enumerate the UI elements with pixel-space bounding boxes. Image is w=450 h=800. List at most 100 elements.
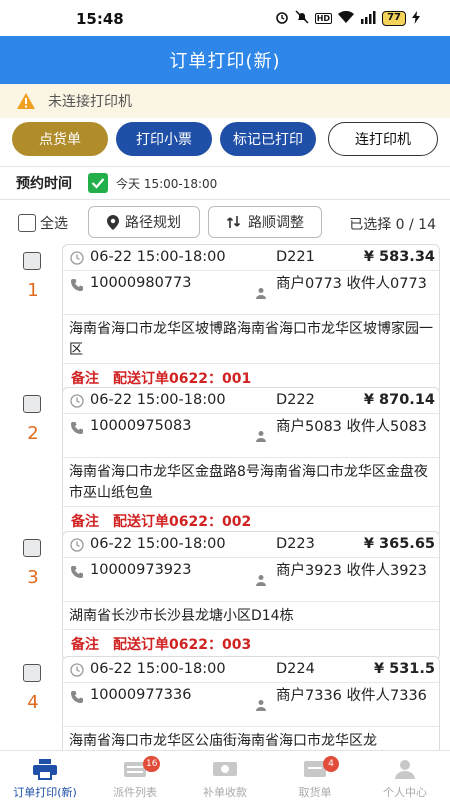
route-adjust-button[interactable]: 路顺调整 bbox=[208, 206, 322, 238]
tab-dispatch-list[interactable]: 16 派件列表 bbox=[90, 751, 180, 800]
tab-label: 订单打印(新) bbox=[13, 786, 77, 799]
order-code: D221 bbox=[276, 249, 315, 265]
order-card[interactable]: 06-22 15:00-18:00 D222 ¥ 870.14 10000975… bbox=[62, 387, 440, 538]
order-merchant: 商户5083 收件人5083 bbox=[276, 419, 427, 435]
money-icon bbox=[210, 757, 240, 781]
charging-icon bbox=[412, 10, 420, 27]
tab-payment[interactable]: 补单收款 bbox=[180, 751, 270, 800]
order-amount: ¥ 531.5 bbox=[373, 661, 435, 677]
remark-text: 配送订单0622：003 bbox=[113, 637, 252, 653]
warning-text: 未连接打印机 bbox=[48, 94, 132, 110]
tab-label: 取货单 bbox=[298, 786, 332, 799]
phone-icon bbox=[71, 691, 83, 703]
wifi-icon bbox=[338, 10, 355, 27]
order-address: 海南省海口市龙华区公庙街海南省海口市龙华区龙 bbox=[63, 727, 439, 750]
app-header: 订单打印(新) bbox=[0, 36, 450, 84]
order-checkbox[interactable] bbox=[23, 252, 41, 270]
order-code: D223 bbox=[276, 536, 315, 552]
order-merchant: 商户3923 收件人3923 bbox=[276, 563, 427, 579]
order-time: 06-22 15:00-18:00 bbox=[90, 392, 226, 408]
order-amount: ¥ 365.65 bbox=[363, 536, 435, 552]
user-icon bbox=[390, 757, 420, 781]
order-index: 4 bbox=[27, 692, 39, 713]
count-goods-button[interactable]: 点货单 bbox=[12, 122, 108, 156]
order-list[interactable]: 1 06-22 15:00-18:00 D221 ¥ 583.34 100009… bbox=[0, 244, 450, 750]
connect-printer-button[interactable]: 连打印机 bbox=[328, 122, 438, 156]
order-time: 06-22 15:00-18:00 bbox=[90, 661, 226, 677]
battery-icon: 77 bbox=[382, 11, 406, 26]
order-code: D224 bbox=[276, 661, 315, 677]
order-time: 06-22 15:00-18:00 bbox=[90, 536, 226, 552]
order-amount: ¥ 870.14 bbox=[363, 392, 435, 408]
clock-icon bbox=[70, 663, 84, 677]
order-phone[interactable]: 10000973923 bbox=[90, 562, 191, 578]
bottom-tab-bar: 订单打印(新) 16 派件列表 补单收款 4 取货单 个人中心 bbox=[0, 750, 450, 800]
hd-icon: HD bbox=[314, 13, 333, 24]
mark-printed-button[interactable]: 标记已打印 bbox=[220, 122, 316, 156]
route-swap-icon bbox=[226, 216, 241, 228]
select-all-label: 全选 bbox=[40, 216, 68, 232]
page-title: 订单打印(新) bbox=[169, 51, 281, 72]
order-amount: ¥ 583.34 bbox=[363, 249, 435, 265]
printer-icon bbox=[30, 757, 60, 781]
remark-label: 备注 bbox=[71, 637, 99, 653]
route-plan-label: 路径规划 bbox=[125, 215, 181, 231]
warning-icon bbox=[17, 93, 35, 109]
remark-label: 备注 bbox=[71, 514, 99, 530]
print-ticket-button[interactable]: 打印小票 bbox=[116, 122, 212, 156]
person-icon bbox=[256, 700, 266, 711]
clock-icon bbox=[70, 538, 84, 552]
status-bar: 15:48 HD 77 bbox=[0, 0, 450, 36]
order-address: 海南省海口市龙华区金盘路8号海南省海口市龙华区金盘夜市巫山纸包鱼 bbox=[63, 458, 439, 507]
phone-icon bbox=[71, 566, 83, 578]
remark-text: 配送订单0622：002 bbox=[113, 514, 252, 530]
tab-label: 个人中心 bbox=[383, 786, 427, 799]
schedule-filter: 预约时间 今天 15:00-18:00 bbox=[0, 166, 450, 200]
pickup-badge: 4 bbox=[323, 756, 339, 772]
order-address: 海南省海口市龙华区坡博路海南省海口市龙华区坡博家园一区 bbox=[63, 315, 439, 364]
schedule-checkbox[interactable] bbox=[88, 173, 108, 193]
order-card[interactable]: 06-22 15:00-18:00 D223 ¥ 365.65 10000973… bbox=[62, 531, 440, 661]
order-merchant: 商户7336 收件人7336 bbox=[276, 688, 427, 704]
order-address: 湖南省长沙市长沙县龙塘小区D14栋 bbox=[63, 602, 439, 630]
alarm-icon bbox=[275, 10, 289, 27]
person-icon bbox=[256, 431, 266, 442]
order-phone[interactable]: 10000980773 bbox=[90, 275, 191, 291]
order-checkbox[interactable] bbox=[23, 664, 41, 682]
clock-icon bbox=[70, 394, 84, 408]
select-all-checkbox[interactable] bbox=[18, 214, 36, 232]
order-card[interactable]: 06-22 15:00-18:00 D221 ¥ 583.34 10000980… bbox=[62, 244, 440, 395]
mute-icon bbox=[295, 10, 309, 27]
order-checkbox[interactable] bbox=[23, 395, 41, 413]
order-index: 2 bbox=[27, 423, 39, 444]
phone-icon bbox=[71, 279, 83, 291]
tab-label: 派件列表 bbox=[113, 786, 157, 799]
remark-label: 备注 bbox=[71, 371, 99, 387]
select-all[interactable]: 全选 bbox=[18, 213, 68, 233]
order-checkbox[interactable] bbox=[23, 539, 41, 557]
signal-icon bbox=[360, 10, 376, 27]
check-icon bbox=[91, 178, 105, 189]
route-plan-button[interactable]: 路径规划 bbox=[88, 206, 200, 238]
status-time: 15:48 bbox=[76, 10, 124, 28]
schedule-label: 预约时间 bbox=[16, 176, 72, 192]
tab-pickup[interactable]: 4 取货单 bbox=[270, 751, 360, 800]
order-code: D222 bbox=[276, 392, 315, 408]
action-button-row: 点货单 打印小票 标记已打印 连打印机 bbox=[0, 122, 450, 160]
order-card[interactable]: 06-22 15:00-18:00 D224 ¥ 531.5 100009773… bbox=[62, 656, 440, 750]
order-merchant: 商户0773 收件人0773 bbox=[276, 276, 427, 292]
phone-icon bbox=[71, 422, 83, 434]
tab-profile[interactable]: 个人中心 bbox=[360, 751, 450, 800]
tab-label: 补单收款 bbox=[203, 786, 247, 799]
list-toolbar: 全选 路径规划 路顺调整 已选择 0 / 14 bbox=[0, 206, 450, 240]
person-icon bbox=[256, 575, 266, 586]
person-icon bbox=[256, 288, 266, 299]
tab-order-print[interactable]: 订单打印(新) bbox=[0, 751, 90, 800]
remark-text: 配送订单0622：001 bbox=[113, 371, 252, 387]
dispatch-badge: 16 bbox=[143, 756, 161, 772]
order-phone[interactable]: 10000977336 bbox=[90, 687, 191, 703]
selected-count: 已选择 0 / 14 bbox=[349, 217, 436, 233]
order-phone[interactable]: 10000975083 bbox=[90, 418, 191, 434]
route-adjust-label: 路顺调整 bbox=[248, 215, 304, 231]
location-pin-icon bbox=[107, 214, 119, 230]
